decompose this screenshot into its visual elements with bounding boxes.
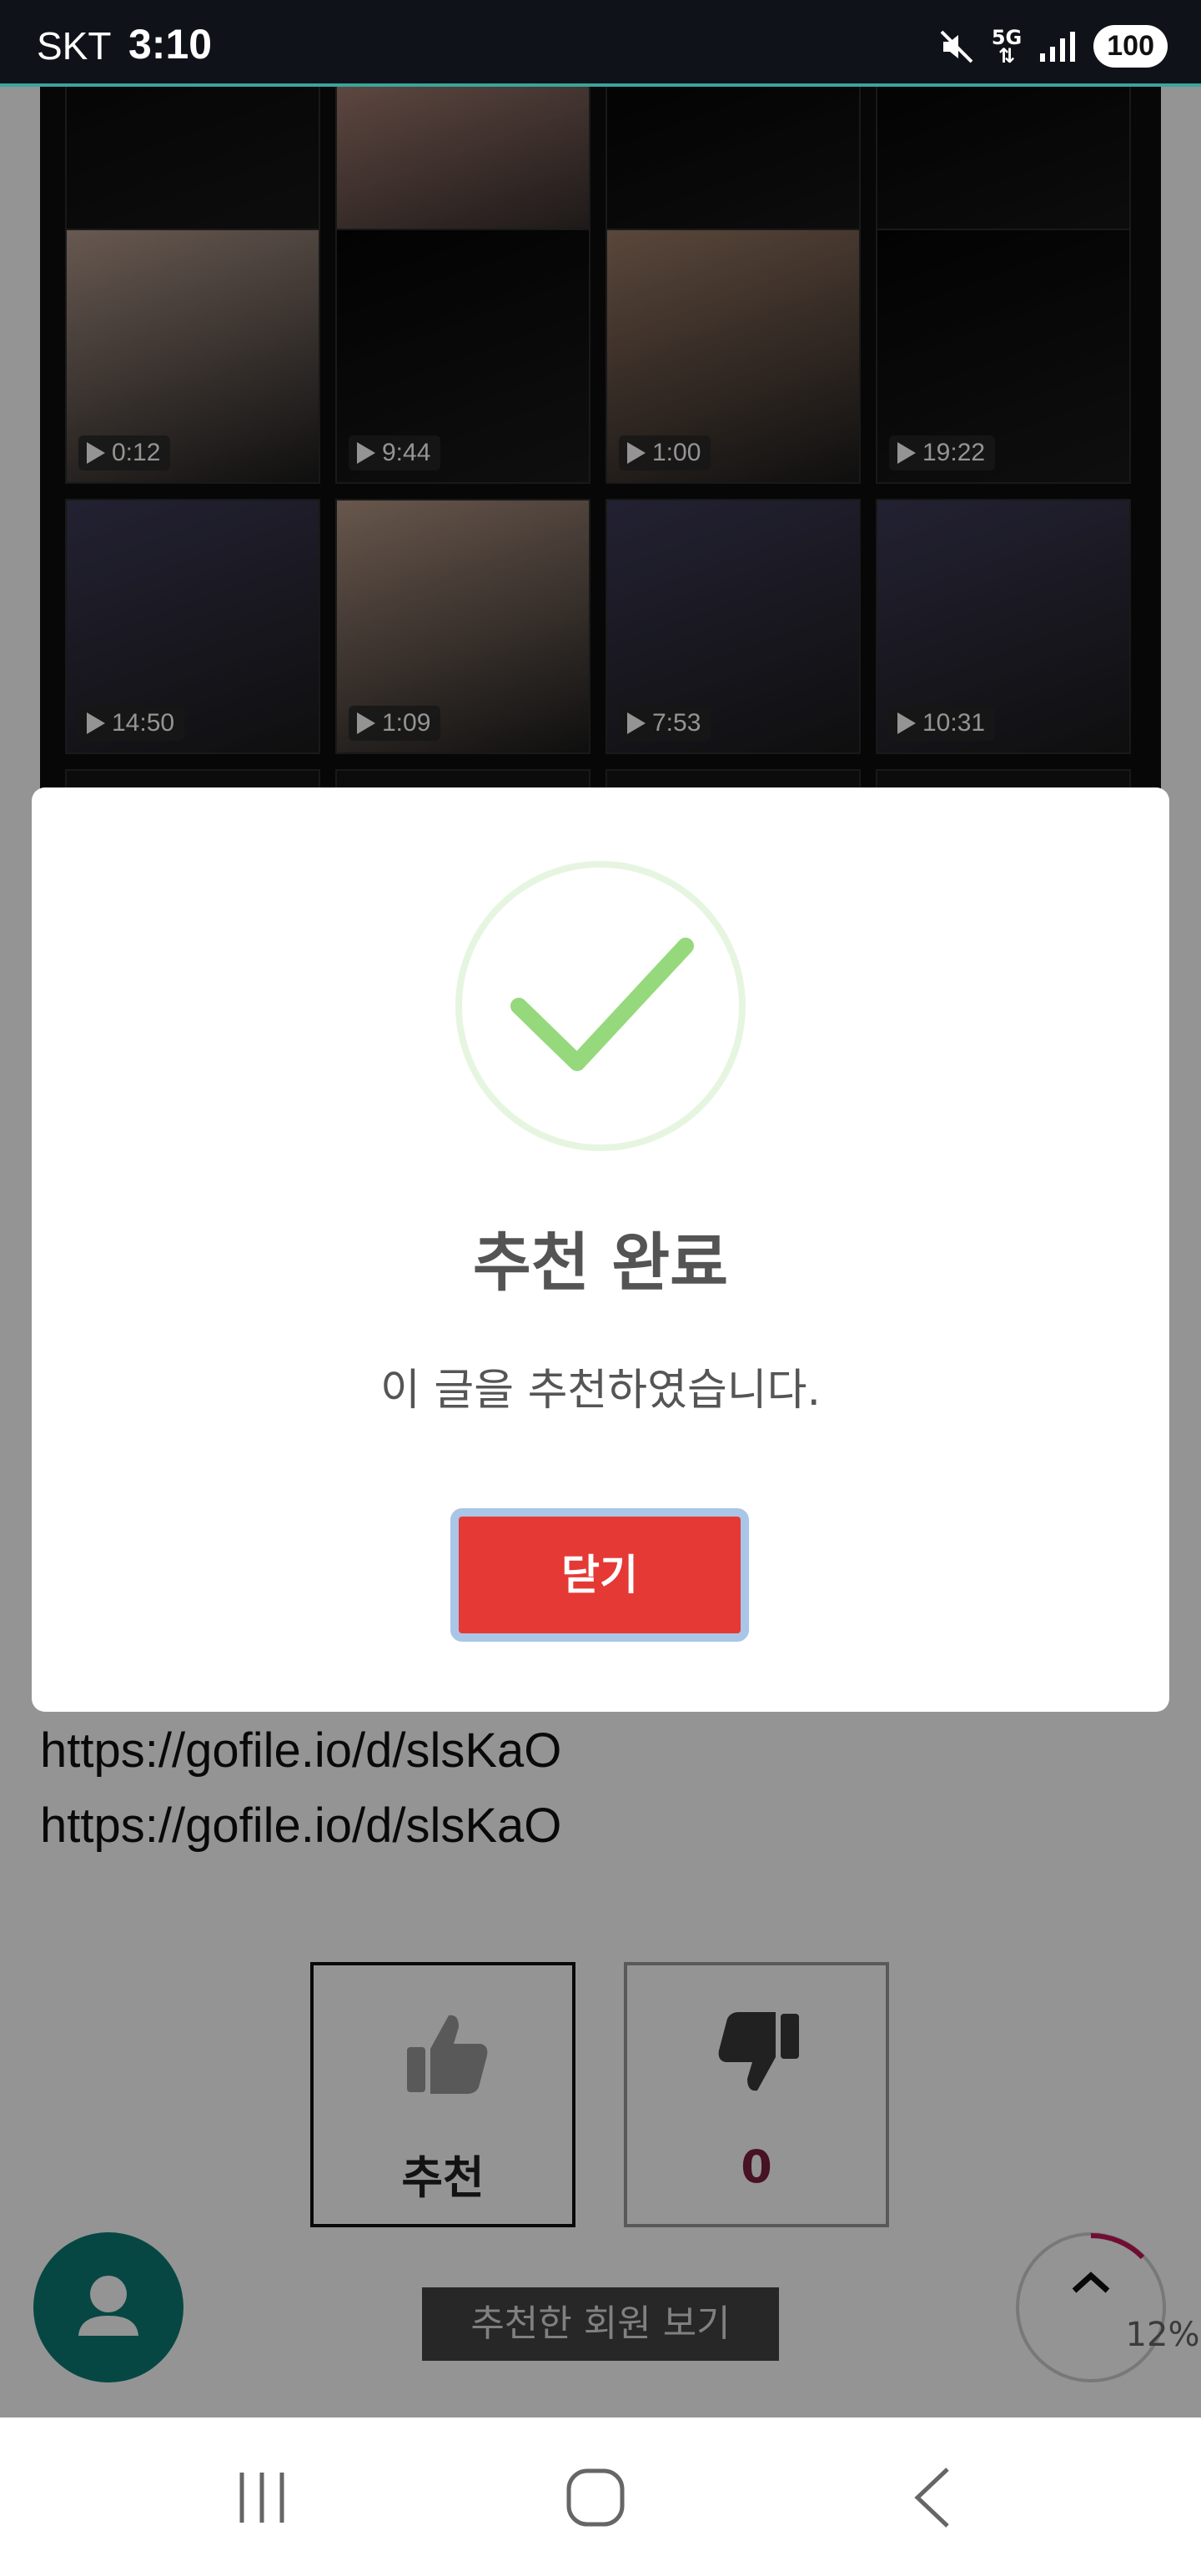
- clock: 3:10: [128, 21, 213, 68]
- carrier-label: SKT: [37, 24, 112, 68]
- status-icons: 5G ⇅ 100: [938, 25, 1168, 68]
- signal-icon: [1040, 31, 1076, 62]
- back-icon[interactable]: [901, 2464, 967, 2531]
- mute-icon: [940, 30, 973, 63]
- home-icon[interactable]: [562, 2464, 629, 2531]
- system-navigation-bar: [0, 2418, 1201, 2576]
- status-accent-line: [0, 83, 1201, 87]
- close-button[interactable]: 닫기: [450, 1508, 749, 1642]
- dialog-message: 이 글을 추천하였습니다.: [380, 1366, 821, 1416]
- status-bar: SKT 3:10 5G ⇅ 100: [0, 0, 1201, 83]
- recommend-complete-dialog: 추천 완료 이 글을 추천하였습니다. 닫기: [32, 787, 1169, 1712]
- battery-indicator: 100: [1093, 25, 1168, 68]
- checkmark-success-icon: [455, 861, 746, 1151]
- dialog-title: 추천 완료: [472, 1225, 729, 1300]
- network-5g-icon: 5G ⇅: [991, 25, 1023, 68]
- recent-apps-icon[interactable]: [229, 2464, 295, 2531]
